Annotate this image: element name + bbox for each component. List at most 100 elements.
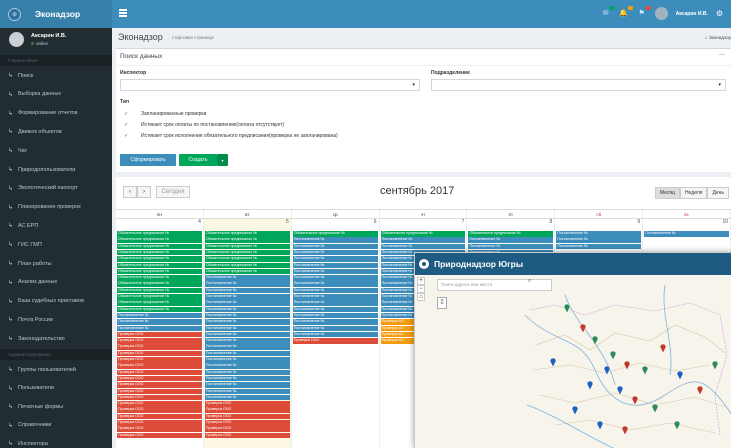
calendar-event[interactable]: Обязательное предписание № xyxy=(117,262,202,269)
user-menu-name[interactable]: Аксарин И.В. xyxy=(676,11,708,17)
calendar-event[interactable]: Обязательное предписание № xyxy=(204,268,290,275)
map-marker-icon[interactable] xyxy=(631,395,639,406)
sidebar-item[interactable]: ↳ АС ЕРП xyxy=(0,216,112,235)
calendar-event[interactable]: Постановление № xyxy=(556,231,642,237)
map-marker-icon[interactable] xyxy=(696,385,704,396)
sidebar-item[interactable]: ↳ ГИС ГМП xyxy=(0,235,112,254)
home-icon[interactable]: ⌂ xyxy=(417,293,425,301)
map-marker-icon[interactable] xyxy=(596,420,604,431)
checkbox-prescription[interactable]: ✓ Истекает срок исполнения обязательного … xyxy=(124,133,338,139)
collapse-icon[interactable]: — xyxy=(719,52,725,58)
calendar-event[interactable]: Постановление № xyxy=(204,375,290,382)
next-month-button[interactable]: › xyxy=(137,186,151,198)
map-marker-icon[interactable] xyxy=(651,403,659,414)
calendar-event[interactable]: Постановление № xyxy=(204,281,290,287)
calendar-event[interactable]: Постановление № xyxy=(204,369,290,376)
search-icon[interactable]: ⌕ xyxy=(528,278,531,285)
calendar-event[interactable]: Обязательное предписание № xyxy=(117,268,202,275)
sidebar-item[interactable]: ↳ Анализ данных xyxy=(0,273,112,292)
sidebar-admin-item[interactable]: ↳ Инспектора xyxy=(0,434,112,448)
date-cell[interactable]: 6 xyxy=(292,219,380,229)
calendar-event[interactable]: Проверка ООО xyxy=(204,432,290,439)
calendar-event[interactable]: Проверка ООО xyxy=(117,394,202,401)
calendar-event[interactable]: Проверка ООО xyxy=(292,338,378,344)
calendar-event[interactable]: Постановление № xyxy=(292,331,378,338)
layers-icon[interactable]: ▯ xyxy=(437,297,447,309)
calendar-event[interactable]: Проверка ООО xyxy=(117,432,202,439)
sidebar-item[interactable]: ↳ Почта России xyxy=(0,310,112,329)
calendar-event[interactable]: Постановление № xyxy=(204,300,290,306)
calendar-event[interactable]: Обязательное предписание № xyxy=(380,231,466,237)
calendar-event[interactable]: Обязательное предписание № xyxy=(117,275,202,281)
zoom-in-button[interactable]: + xyxy=(417,277,425,285)
calendar-event[interactable]: Постановление № xyxy=(204,294,290,300)
calendar-event[interactable]: Обязательное предписание № xyxy=(204,262,290,269)
date-cell-today[interactable]: 5 xyxy=(203,219,292,229)
calendar-event[interactable]: Постановление № xyxy=(204,331,290,338)
calendar-event[interactable]: Постановление № xyxy=(292,262,378,269)
calendar-event[interactable]: Проверка ООО xyxy=(204,413,290,420)
calendar-event[interactable]: Обязательное предписание № xyxy=(117,231,202,237)
map-canvas[interactable]: + − ⌂ Поиск адреса или места ⌕ ▯ xyxy=(415,275,731,448)
form-button[interactable]: Сформировать xyxy=(120,154,176,166)
sidebar-admin-item[interactable]: ↳ Печатные формы xyxy=(0,397,112,416)
map-marker-icon[interactable] xyxy=(659,343,667,354)
date-cell[interactable]: 8 xyxy=(467,219,556,229)
view-month-button[interactable]: Месяц xyxy=(654,187,680,199)
gear-icon[interactable]: ⚙ xyxy=(716,9,723,18)
calendar-event[interactable]: Проверка ООО xyxy=(117,401,202,407)
date-cell[interactable]: 9 xyxy=(555,219,644,229)
sidebar-item[interactable]: ↳ Природопользователи xyxy=(0,160,112,179)
sidebar-item[interactable]: ↳ Экологический паспорт xyxy=(0,179,112,198)
checkbox-payment[interactable]: ✓ Истекает срок оплаты по постановлению(о… xyxy=(124,122,284,128)
calendar-event[interactable]: Постановление № xyxy=(204,312,290,319)
calendar-event[interactable]: Постановление № xyxy=(117,325,202,332)
sidebar-admin-item[interactable]: ↳ Справочники xyxy=(0,416,112,435)
calendar-event[interactable]: Постановление № xyxy=(204,338,290,344)
calendar-event[interactable]: Постановление № xyxy=(204,382,290,388)
calendar-event[interactable]: Постановление № xyxy=(292,237,378,243)
calendar-event[interactable]: Проверка ООО xyxy=(117,357,202,363)
sidebar-admin-item[interactable]: ↳ Пользователи xyxy=(0,379,112,398)
sidebar-item[interactable]: ↳ Планирование проверок xyxy=(0,198,112,217)
sidebar-admin-item[interactable]: ↳ Группы пользователей xyxy=(0,360,112,379)
calendar-event[interactable]: Обязательное предписание № xyxy=(204,231,290,237)
calendar-event[interactable]: Проверка ООО xyxy=(204,401,290,407)
date-cell[interactable]: 4 xyxy=(116,219,204,229)
hamburger-icon[interactable] xyxy=(119,9,127,17)
calendar-event[interactable]: Проверка ООО xyxy=(117,388,202,395)
calendar-event[interactable]: Постановление № xyxy=(117,312,202,319)
map-marker-icon[interactable] xyxy=(571,405,579,416)
calendar-event[interactable]: Постановление № xyxy=(468,237,554,243)
map-marker-icon[interactable] xyxy=(603,365,611,376)
map-marker-icon[interactable] xyxy=(586,380,594,391)
map-marker-icon[interactable] xyxy=(676,370,684,381)
map-marker-icon[interactable] xyxy=(549,357,557,368)
calendar-event[interactable]: Проверка ООО xyxy=(117,382,202,388)
calendar-event[interactable]: Обязательное предписание № xyxy=(204,243,290,250)
calendar-event[interactable]: Проверка ООО xyxy=(117,331,202,338)
map-marker-icon[interactable] xyxy=(673,420,681,431)
bell-icon[interactable]: 🔔 xyxy=(619,5,633,19)
create-button[interactable]: Создать xyxy=(179,154,217,166)
today-button[interactable]: Сегодня xyxy=(156,186,190,198)
user-avatar[interactable] xyxy=(654,7,668,20)
sidebar-item[interactable]: ↳ Формирование отчетов xyxy=(0,104,112,123)
zoom-out-button[interactable]: − xyxy=(417,285,425,293)
map-marker-icon[interactable] xyxy=(621,425,629,436)
map-panel[interactable]: Природнадзор Югры + − ⌂ Поиск адреса или… xyxy=(414,252,731,448)
calendar-event[interactable]: Постановление № xyxy=(204,287,290,294)
calendar-event[interactable]: Постановление № xyxy=(292,281,378,287)
calendar-event[interactable]: Обязательное предписание № xyxy=(117,294,202,300)
sidebar-item[interactable]: ↳ Выборка данных xyxy=(0,85,112,104)
sidebar-item[interactable]: ↳ Движок объектов xyxy=(0,122,112,141)
date-cell[interactable]: 10 xyxy=(643,219,731,229)
calendar-event[interactable]: Обязательное предписание № xyxy=(117,256,202,262)
calendar-event[interactable]: Проверка ООО xyxy=(117,363,202,369)
calendar-event[interactable]: Обязательное предписание № xyxy=(117,237,202,243)
date-cell[interactable]: 7 xyxy=(380,219,468,229)
view-week-button[interactable]: Неделя xyxy=(680,187,708,199)
calendar-event[interactable]: Проверка ООО xyxy=(117,338,202,344)
calendar-event[interactable]: Обязательное предписание № xyxy=(204,256,290,262)
calendar-event[interactable]: Проверка ООО xyxy=(117,413,202,420)
